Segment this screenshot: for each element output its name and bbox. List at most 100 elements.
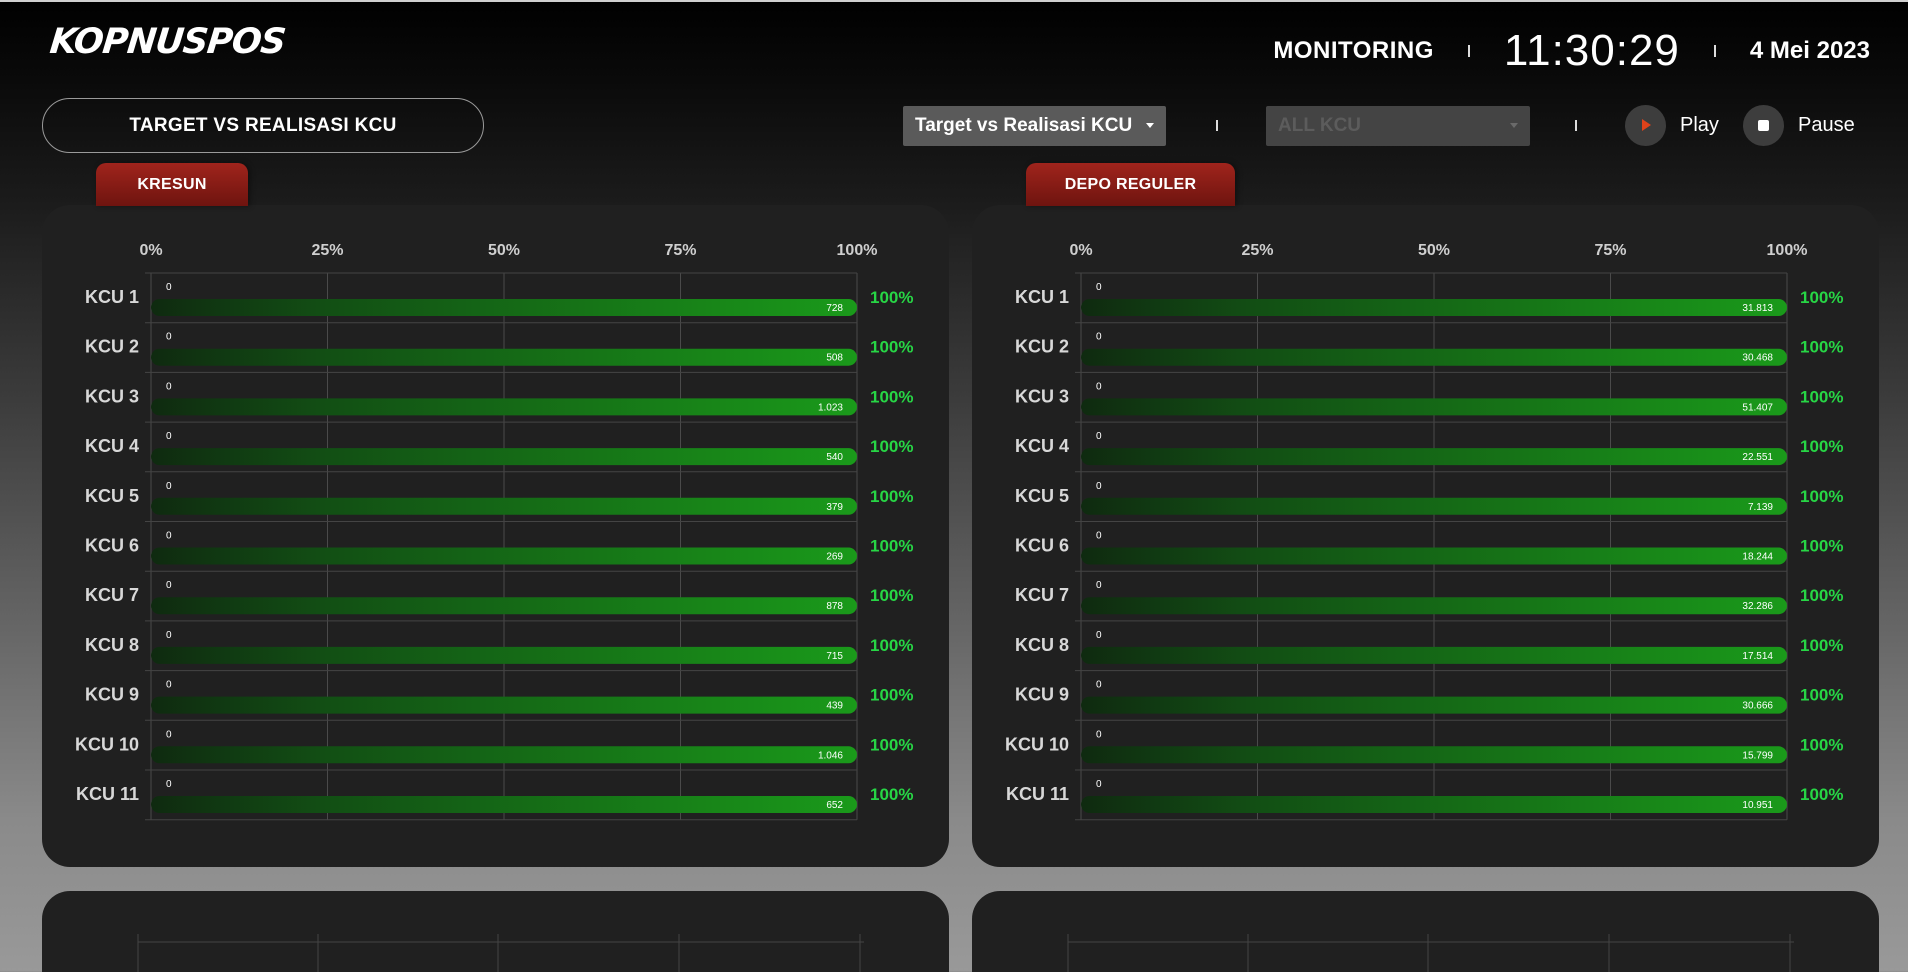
realisasi-bar <box>1081 497 1787 515</box>
target-value-label: 0 <box>1096 381 1102 392</box>
chart-kresun: 0% 25% 50% 75% 100%KCU 1 0728100%KCU 2 0508100… <box>75 242 913 821</box>
x-tick-label: 25% <box>1241 242 1273 259</box>
x-tick-label: 75% <box>664 242 696 259</box>
realisasi-bar <box>1081 348 1787 366</box>
realisasi-value-label: 878 <box>826 601 843 612</box>
toolbar-divider <box>1575 120 1577 131</box>
realisasi-bar <box>1081 448 1787 466</box>
x-tick-label: 75% <box>1594 242 1626 259</box>
realisasi-bar <box>151 547 857 565</box>
percent-label: 100% <box>1800 288 1843 307</box>
category-label: KCU 10 <box>75 734 139 754</box>
kcu-select-value: ALL KCU <box>1278 115 1362 136</box>
category-label: KCU 3 <box>1015 386 1069 406</box>
pause-button[interactable]: Pause <box>1743 105 1855 146</box>
report-select[interactable]: Target vs Realisasi KCU <box>903 106 1166 146</box>
kcu-select[interactable]: ALL KCU <box>1266 106 1530 146</box>
percent-label: 100% <box>1800 387 1843 406</box>
realisasi-bar <box>1081 746 1787 764</box>
percent-label: 100% <box>870 288 913 307</box>
realisasi-bar <box>1081 398 1787 416</box>
top-border <box>0 0 1908 2</box>
x-tick-label: 0% <box>139 242 162 259</box>
target-value-label: 0 <box>1096 332 1102 343</box>
target-value-label: 0 <box>1096 779 1102 790</box>
realisasi-bar <box>1081 646 1787 664</box>
page-title: TARGET VS REALISASI KCU <box>42 98 484 153</box>
monitoring-label: MONITORING <box>1273 37 1434 64</box>
tab-kresun[interactable]: KRESUN <box>96 163 248 206</box>
target-value-label: 0 <box>166 481 172 492</box>
percent-label: 100% <box>870 686 913 705</box>
realisasi-bar <box>151 696 857 714</box>
percent-label: 100% <box>1800 586 1843 605</box>
header-status: MONITORING 11:30:29 4 Mei 2023 <box>1273 26 1870 76</box>
target-value-label: 0 <box>166 431 172 442</box>
realisasi-value-label: 7.139 <box>1748 502 1773 513</box>
realisasi-bar <box>1081 696 1787 714</box>
percent-label: 100% <box>870 636 913 655</box>
realisasi-value-label: 652 <box>826 800 843 811</box>
target-value-label: 0 <box>1096 580 1102 591</box>
play-icon[interactable] <box>1625 105 1666 146</box>
date-label: 4 Mei 2023 <box>1749 37 1870 64</box>
report-select-value: Target vs Realisasi KCU <box>915 115 1133 136</box>
target-value-label: 0 <box>1096 531 1102 542</box>
realisasi-bar <box>151 597 857 615</box>
chart-panel-kresun: 0% 25% 50% 75% 100% KCU 1 0 728 100% KCU 2 0 508 100… <box>42 205 949 867</box>
realisasi-value-label: 31.813 <box>1742 303 1773 314</box>
percent-label: 100% <box>870 487 913 506</box>
target-value-label: 0 <box>166 580 172 591</box>
category-label: KCU 8 <box>85 635 139 655</box>
target-value-label: 0 <box>166 680 172 691</box>
realisasi-bar <box>1081 299 1787 316</box>
header-divider <box>1467 45 1470 57</box>
percent-label: 100% <box>1800 338 1843 357</box>
realisasi-value-label: 728 <box>826 303 843 314</box>
clock: 11:30:29 <box>1503 26 1680 75</box>
realisasi-bar <box>151 398 857 416</box>
realisasi-bar <box>151 448 857 466</box>
realisasi-bar <box>1081 547 1787 565</box>
chart-depo-reguler: 0% 25% 50% 75% 100%KCU 1 031.813100%KCU 2 030.… <box>1005 242 1843 821</box>
percent-label: 100% <box>870 537 913 556</box>
category-label: KCU 1 <box>1015 287 1069 307</box>
category-label: KCU 11 <box>76 784 139 804</box>
realisasi-bar <box>151 299 857 316</box>
category-label: KCU 6 <box>1015 536 1069 556</box>
chart-panel-bottom-left <box>42 891 949 972</box>
target-value-label: 0 <box>1096 431 1102 442</box>
category-label: KCU 5 <box>1015 486 1069 506</box>
realisasi-value-label: 269 <box>826 552 843 563</box>
app-logo: KOPNUSPOS <box>47 22 287 62</box>
category-label: KCU 3 <box>85 386 139 406</box>
pause-icon[interactable] <box>1743 105 1784 146</box>
x-tick-label: 25% <box>311 242 343 259</box>
percent-label: 100% <box>870 586 913 605</box>
x-tick-label: 100% <box>837 242 878 259</box>
play-label: Play <box>1680 114 1719 136</box>
category-label: KCU 7 <box>1015 585 1069 605</box>
realisasi-bar <box>151 746 857 764</box>
x-tick-label: 50% <box>1418 242 1450 259</box>
category-label: KCU 9 <box>85 685 139 705</box>
tab-depo-reguler[interactable]: DEPO REGULER <box>1026 163 1235 206</box>
chart-grid-bottom-right <box>1067 934 1794 972</box>
realisasi-bar <box>151 796 857 813</box>
realisasi-value-label: 15.799 <box>1742 750 1773 761</box>
target-value-label: 0 <box>1096 481 1102 492</box>
target-value-label: 0 <box>166 630 172 641</box>
percent-label: 100% <box>870 735 913 754</box>
percent-label: 100% <box>870 387 913 406</box>
percent-label: 100% <box>1800 686 1843 705</box>
target-value-label: 0 <box>166 381 172 392</box>
realisasi-value-label: 508 <box>826 353 843 364</box>
x-tick-label: 50% <box>488 242 520 259</box>
x-tick-label: 100% <box>1767 242 1808 259</box>
realisasi-value-label: 30.468 <box>1742 353 1773 364</box>
category-label: KCU 1 <box>85 287 139 307</box>
play-button[interactable]: Play <box>1625 105 1719 146</box>
realisasi-value-label: 540 <box>826 452 843 463</box>
category-label: KCU 4 <box>1015 436 1069 456</box>
realisasi-bar <box>151 348 857 366</box>
